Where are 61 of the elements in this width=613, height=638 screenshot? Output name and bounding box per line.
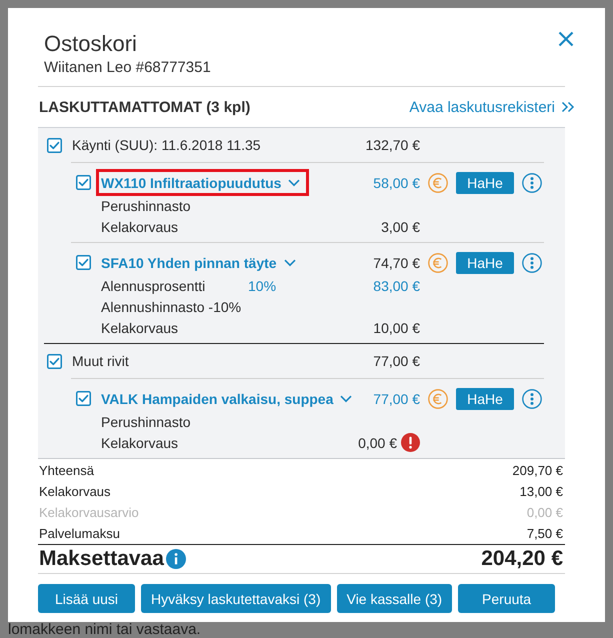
section-title: LASKUTTAMATTOMAT (3 kpl) bbox=[39, 98, 250, 116]
detail-label: Kelakorvaus bbox=[101, 434, 180, 450]
euro-coin-icon[interactable] bbox=[428, 252, 448, 272]
item-title-dropdown[interactable]: WX110 Infiltraatiopuudutus bbox=[96, 169, 310, 196]
discount-percent: 10% bbox=[248, 278, 278, 294]
dialog-title: Ostoskori bbox=[44, 30, 138, 58]
more-options-icon[interactable] bbox=[522, 252, 542, 272]
item-checkbox[interactable] bbox=[76, 255, 91, 270]
euro-coin-icon[interactable] bbox=[428, 388, 448, 408]
amount-due-value: 204,20 € bbox=[481, 547, 563, 571]
item-title-dropdown[interactable]: VALK Hampaiden valkaisu, suppea bbox=[96, 385, 362, 412]
action-button[interactable]: Lisää uusi bbox=[38, 584, 135, 613]
detail-amount: 10,00 € bbox=[373, 320, 420, 336]
item-price: 58,00 € bbox=[373, 174, 420, 190]
close-icon[interactable] bbox=[558, 31, 574, 47]
total-label: Palvelumaksu bbox=[39, 526, 120, 541]
chevron-down-icon bbox=[284, 258, 296, 266]
info-icon[interactable] bbox=[166, 549, 186, 569]
more-options-icon[interactable] bbox=[522, 388, 542, 408]
detail-label: Alennushinnasto -10% bbox=[101, 298, 242, 314]
background-text: lomakkeen nimi tai vastaava. bbox=[8, 622, 202, 638]
total-amount: 0,00 € bbox=[526, 505, 563, 520]
detail-label: Perushinnasto bbox=[101, 198, 192, 214]
detail-label: Perushinnasto bbox=[101, 414, 192, 430]
hahe-button[interactable]: HaHe bbox=[456, 388, 514, 410]
total-label: Kelakorvausarvio bbox=[39, 505, 139, 520]
action-button[interactable]: Vie kassalle (3) bbox=[336, 584, 452, 613]
chevron-down-icon bbox=[340, 394, 352, 402]
total-amount: 13,00 € bbox=[520, 484, 563, 499]
hahe-button[interactable]: HaHe bbox=[456, 252, 514, 274]
item-checkbox[interactable] bbox=[76, 391, 91, 406]
detail-label: Alennusprosentti bbox=[101, 278, 206, 294]
detail-amount: 3,00 € bbox=[381, 218, 420, 234]
total-amount: 7,50 € bbox=[526, 526, 563, 541]
group-amount: 132,70 € bbox=[366, 137, 420, 153]
euro-coin-icon[interactable] bbox=[428, 172, 448, 192]
detail-label: Kelakorvaus bbox=[101, 320, 180, 336]
hahe-button[interactable]: HaHe bbox=[456, 172, 514, 194]
more-options-icon[interactable] bbox=[522, 172, 542, 192]
double-chevron-right-icon bbox=[561, 101, 575, 113]
group-label: Käynti (SUU): 11.6.2018 11.35 bbox=[72, 137, 262, 153]
item-checkbox[interactable] bbox=[76, 175, 91, 190]
total-label: Kelakorvaus bbox=[39, 484, 111, 499]
registry-link[interactable]: Avaa laskutusrekisteri bbox=[409, 98, 575, 116]
total-label: Yhteensä bbox=[39, 463, 94, 478]
amount-due-label: Maksettavaa bbox=[39, 547, 164, 571]
detail-label: Kelakorvaus bbox=[101, 218, 180, 234]
group-label: Muut rivit bbox=[72, 353, 130, 369]
total-amount: 209,70 € bbox=[512, 463, 563, 478]
group-amount: 77,00 € bbox=[373, 353, 420, 369]
item-title-dropdown[interactable]: SFA10 Yhden pinnan täyte bbox=[96, 249, 305, 276]
action-button[interactable]: Hyväksy laskutettavaksi (3) bbox=[141, 584, 331, 613]
detail-amount: 83,00 € bbox=[373, 278, 420, 294]
patient-name: Wiitanen Leo #68777351 bbox=[44, 58, 211, 78]
detail-amount: 0,00 € bbox=[358, 434, 397, 450]
group-checkbox[interactable] bbox=[47, 354, 62, 368]
group-checkbox[interactable] bbox=[47, 138, 62, 152]
action-button[interactable]: Peruuta bbox=[458, 584, 556, 613]
chevron-down-icon bbox=[288, 178, 300, 186]
item-price: 77,00 € bbox=[373, 390, 420, 406]
item-price: 74,70 € bbox=[373, 254, 420, 270]
